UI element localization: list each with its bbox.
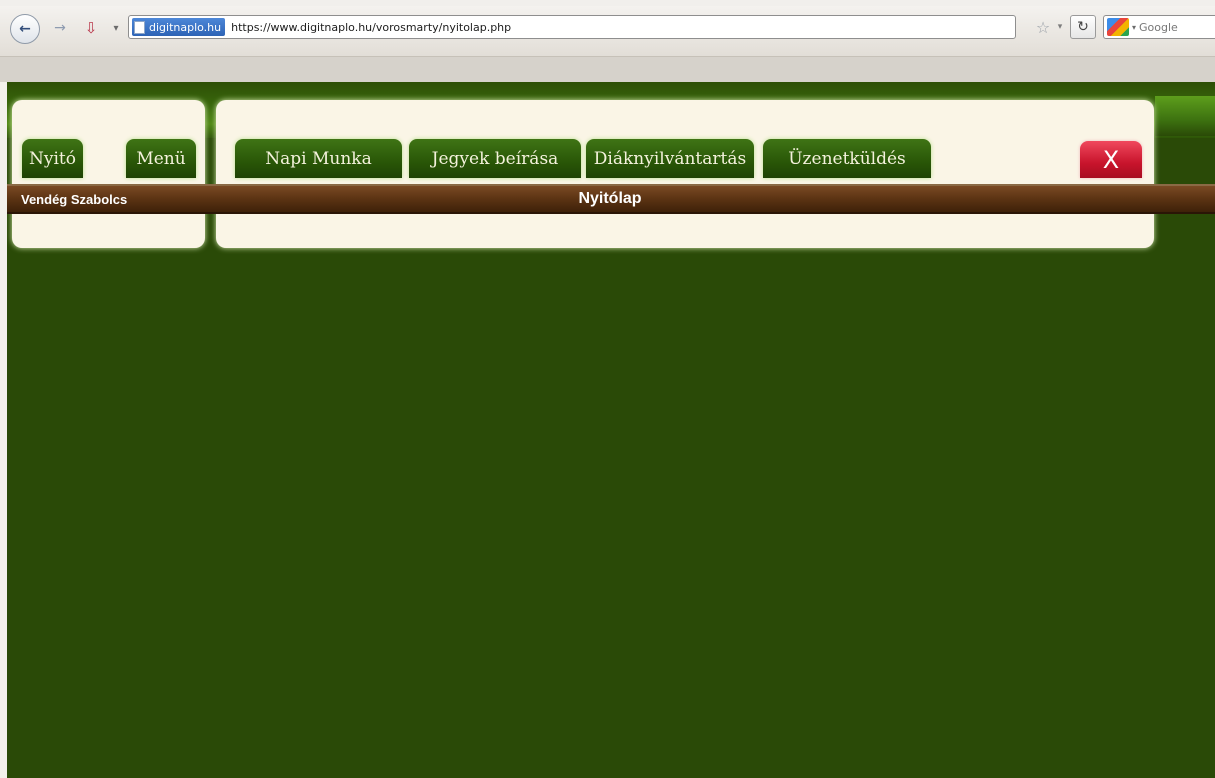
tab-nyito[interactable]: Nyitó	[22, 139, 83, 178]
user-name: Vendég Szabolcs	[21, 192, 128, 207]
page-left-edge	[0, 82, 7, 778]
page-title: Nyitólap	[578, 190, 642, 207]
tab-diaknyilvantartas[interactable]: Diáknyilvántartás	[586, 139, 754, 178]
site-identity-button[interactable]: digitnaplo.hu	[132, 18, 226, 36]
page-icon	[134, 20, 145, 34]
bookmark-icon: ⇩	[84, 19, 98, 37]
search-placeholder[interactable]: Google	[1139, 21, 1178, 34]
forward-button[interactable]: →	[50, 16, 70, 40]
reload-button[interactable]: ↻	[1070, 15, 1096, 39]
tab-jegyek-beirasa[interactable]: Jegyek beírása	[409, 139, 581, 178]
back-button[interactable]: ←	[10, 14, 40, 44]
star-icon: ☆	[1035, 17, 1051, 37]
back-arrow-icon: ←	[19, 21, 31, 37]
dropdown-arrow-icon: ▾	[1057, 22, 1063, 32]
history-dropdown-button[interactable]: ▾	[110, 16, 122, 40]
dropdown-arrow-icon: ▾	[113, 22, 119, 34]
google-logo-icon[interactable]	[1107, 18, 1129, 36]
header-glow-right	[1155, 96, 1215, 136]
tab-uzenetkuldes[interactable]: Üzenetküldés	[763, 139, 931, 178]
search-bar[interactable]: ▾ Google	[1103, 15, 1215, 39]
url-dropdown-button[interactable]: ▾	[1055, 16, 1065, 38]
bookmark-button[interactable]: ⇩	[80, 16, 102, 40]
forward-arrow-icon: →	[54, 20, 66, 36]
close-icon: X	[1102, 145, 1120, 174]
tab-menu[interactable]: Menü	[126, 139, 196, 178]
site-identity-label: digitnaplo.hu	[149, 20, 222, 34]
dropdown-arrow-icon[interactable]: ▾	[1132, 23, 1136, 32]
close-button[interactable]: X	[1080, 141, 1142, 178]
reload-icon: ↻	[1077, 19, 1089, 35]
url-bar[interactable]: digitnaplo.hu https://www.digitnaplo.hu/…	[128, 15, 1016, 39]
bookmark-star-button[interactable]: ☆	[1033, 16, 1053, 38]
url-text[interactable]: https://www.digitnaplo.hu/vorosmarty/nyi…	[231, 21, 511, 34]
tab-napi-munka[interactable]: Napi Munka	[235, 139, 402, 178]
